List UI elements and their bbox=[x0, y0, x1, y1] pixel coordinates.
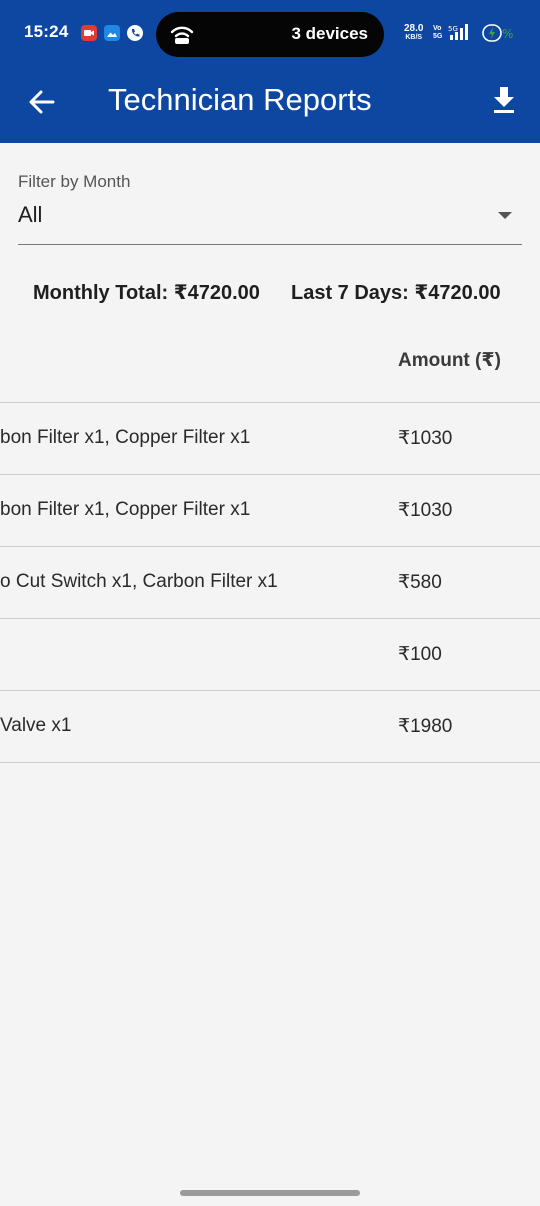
back-arrow-icon bbox=[29, 90, 55, 114]
items-cell: bon Filter x1, Copper Filter x1 bbox=[0, 499, 251, 520]
filter-label: Filter by Month bbox=[18, 172, 131, 191]
network-speed: 28.0 KB/S bbox=[404, 23, 424, 42]
svg-text:5G: 5G bbox=[448, 25, 458, 33]
hotspot-devices-label: 3 devices bbox=[291, 24, 368, 43]
back-button[interactable] bbox=[24, 84, 60, 120]
amount-cell: ₹580 bbox=[398, 572, 442, 593]
amount-cell: ₹1030 bbox=[398, 500, 453, 521]
download-button[interactable] bbox=[486, 82, 522, 118]
hotspot-icon bbox=[170, 26, 194, 44]
phone-icon bbox=[127, 25, 143, 41]
home-gesture-bar[interactable] bbox=[180, 1190, 360, 1196]
download-icon bbox=[494, 87, 514, 113]
gallery-icon bbox=[104, 25, 120, 41]
amount-column-header: Amount (₹) bbox=[398, 350, 501, 371]
page-title: Technician Reports bbox=[108, 82, 372, 117]
table-row: Valve x1 ₹1980 bbox=[0, 691, 540, 763]
status-time: 15:24 bbox=[24, 22, 69, 41]
table-row: bon Filter x1, Copper Filter x1 ₹1030 bbox=[0, 403, 540, 475]
status-indicators: 28.0 KB/S Vo 5G 5G % bbox=[404, 20, 520, 46]
last-7-days-total: Last 7 Days: ₹4720.00 bbox=[291, 282, 501, 304]
hotspot-island[interactable]: 3 devices bbox=[156, 12, 384, 57]
monthly-total: Monthly Total: ₹4720.00 bbox=[33, 282, 260, 304]
svg-text:%: % bbox=[502, 27, 513, 41]
amount-cell: ₹100 bbox=[398, 644, 442, 665]
amount-cell: ₹1980 bbox=[398, 716, 453, 737]
items-cell: Valve x1 bbox=[0, 715, 72, 736]
reports-table: Amount (₹) bon Filter x1, Copper Filter … bbox=[0, 330, 540, 763]
video-call-icon bbox=[81, 25, 97, 41]
filter-selected-value: All bbox=[18, 202, 43, 227]
volte-indicator: Vo 5G bbox=[433, 25, 443, 40]
battery-icon: % bbox=[482, 24, 513, 42]
amount-cell: ₹1030 bbox=[398, 428, 453, 449]
table-row: o Cut Switch x1, Carbon Filter x1 ₹580 bbox=[0, 547, 540, 619]
month-filter-dropdown[interactable]: All bbox=[18, 198, 522, 245]
items-cell: bon Filter x1, Copper Filter x1 bbox=[0, 427, 251, 448]
items-cell: o Cut Switch x1, Carbon Filter x1 bbox=[0, 571, 278, 592]
table-row: bon Filter x1, Copper Filter x1 ₹1030 bbox=[0, 475, 540, 547]
table-row: ₹100 bbox=[0, 619, 540, 691]
table-header: Amount (₹) bbox=[0, 330, 540, 403]
app-header: 15:24 3 devices 28.0 KB/S Vo 5G 5G % Tec… bbox=[0, 0, 540, 143]
signal-icon: 5G bbox=[448, 24, 468, 40]
dropdown-arrow-icon bbox=[498, 212, 512, 219]
